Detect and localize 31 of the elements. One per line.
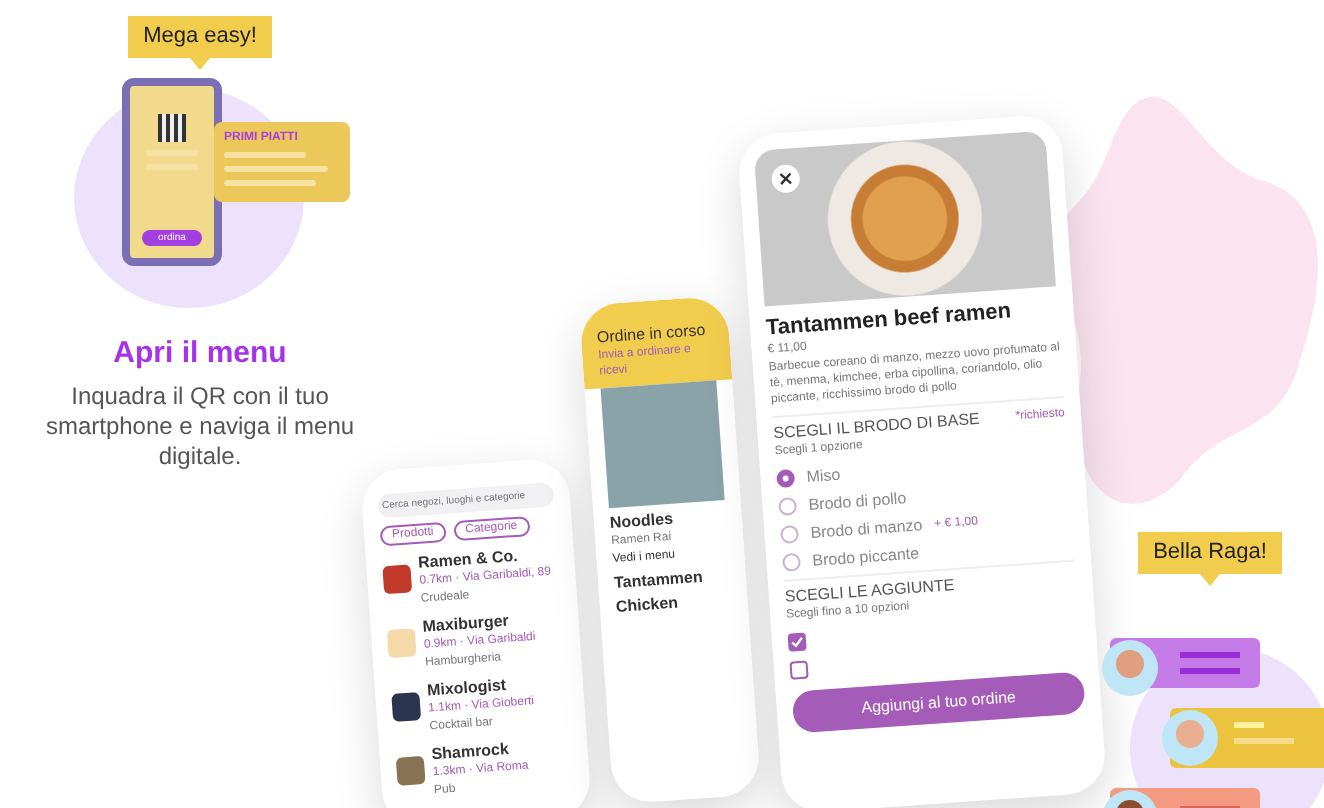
dish-name: Chicken bbox=[615, 591, 681, 616]
dish-name: Tantammen bbox=[613, 565, 706, 592]
restaurant-logo bbox=[382, 564, 413, 595]
option-label: Brodo di pollo bbox=[807, 489, 907, 514]
radio-button[interactable] bbox=[778, 496, 798, 517]
restaurant-name: Shamrock bbox=[430, 738, 510, 764]
banner-title: Ordine in corso bbox=[596, 320, 708, 347]
option-label: Miso bbox=[806, 465, 841, 487]
restaurant-logo bbox=[395, 755, 426, 786]
checkbox[interactable] bbox=[789, 660, 809, 680]
restaurant-name: Mixologist bbox=[426, 674, 507, 700]
radio-button[interactable] bbox=[780, 524, 800, 544]
restaurant-logo bbox=[386, 628, 417, 659]
radio-button[interactable] bbox=[776, 468, 796, 489]
speech-bubble: Mega easy! bbox=[127, 16, 273, 70]
feature-description: Inquadra il QR con il tuo smartphone e naviga il menu digitale. bbox=[43, 382, 357, 472]
option-label: Brodo di manzo bbox=[809, 516, 923, 542]
restaurant-name: Maxiburger bbox=[422, 609, 510, 636]
speech-bubble: Bella Raga! bbox=[1137, 532, 1283, 586]
add-to-order-button[interactable]: Aggiungi al tuo ordine bbox=[791, 671, 1086, 734]
restaurant-name: Ramen & Co. bbox=[417, 544, 519, 572]
restaurant-logo bbox=[391, 692, 422, 722]
close-icon[interactable] bbox=[770, 163, 801, 194]
feature-title: Apri il menu bbox=[113, 336, 287, 370]
dish-title: Tantammen beef ramen bbox=[765, 297, 1014, 341]
option-label: Brodo piccante bbox=[811, 544, 920, 570]
checkbox[interactable] bbox=[787, 632, 807, 652]
section-title: SCEGLI IL BRODO DI BASE bbox=[772, 409, 981, 443]
restaurant-name: Noodles bbox=[609, 507, 676, 533]
radio-button[interactable] bbox=[781, 552, 802, 572]
photo-placeholder bbox=[600, 380, 725, 509]
